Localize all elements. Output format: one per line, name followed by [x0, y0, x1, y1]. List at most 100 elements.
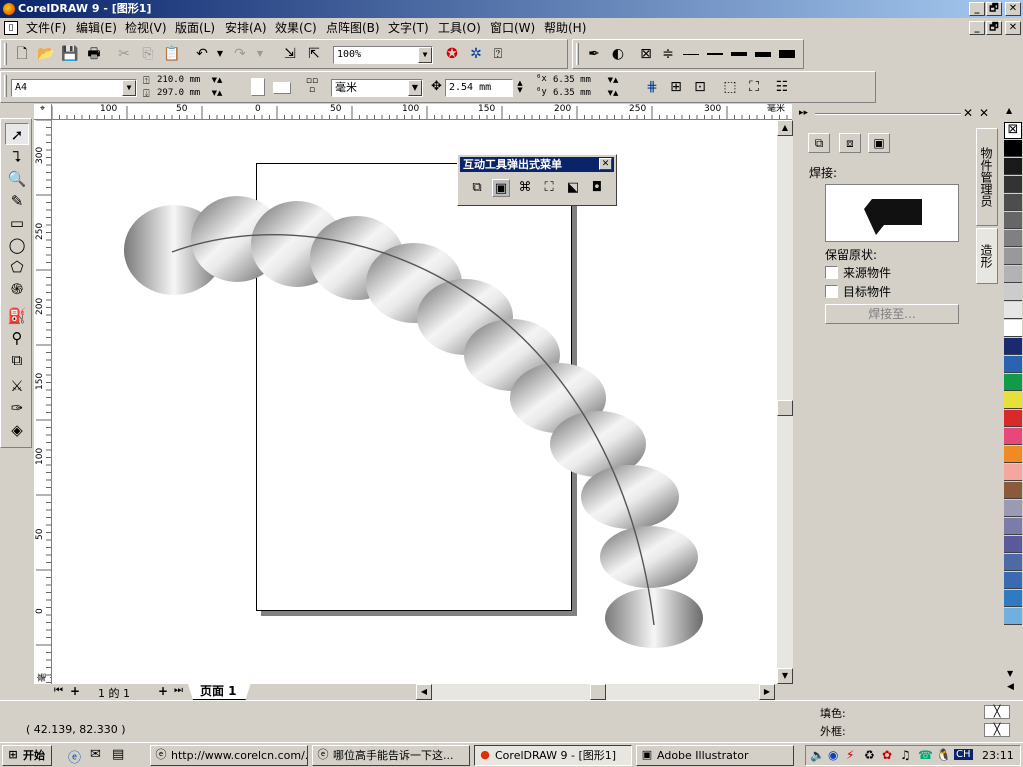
line-extra-heavy-icon[interactable]	[779, 50, 795, 58]
color-swatch[interactable]	[1004, 518, 1022, 535]
toolbar-grip[interactable]	[4, 43, 7, 65]
docker-collapse-icon[interactable]: ▸▸	[799, 108, 808, 118]
scroll-up-icon[interactable]: ▲	[777, 120, 793, 136]
blend-step-shape[interactable]	[600, 526, 698, 588]
vertical-scrollbar[interactable]: ▲ ▼	[777, 120, 793, 684]
close-button[interactable]: ✕	[1005, 2, 1021, 16]
spiral-tool-icon[interactable]: ֍	[5, 278, 29, 300]
doc-minimize-button[interactable]: _	[969, 21, 985, 35]
flyout-close-icon[interactable]: ✕	[599, 158, 612, 170]
docker-close-icon[interactable]: ✕	[963, 106, 973, 120]
start-button[interactable]: ⊞ 开始	[2, 745, 52, 766]
freehand-tool-icon[interactable]: ✎	[5, 190, 29, 212]
color-swatch[interactable]	[1004, 482, 1022, 499]
interactive-drop-shadow-icon[interactable]: ◘	[588, 179, 606, 197]
undo-dropdown-icon[interactable]: ▼	[211, 45, 229, 63]
tab-shaping[interactable]: 造形	[976, 228, 998, 284]
horizontal-scroll-thumb[interactable]	[590, 684, 606, 700]
line-heavy-icon[interactable]	[755, 52, 771, 57]
color-swatch[interactable]	[1004, 212, 1022, 229]
line-medium-icon[interactable]	[707, 53, 723, 55]
open-icon[interactable]: 📂	[37, 45, 55, 63]
grid-icon[interactable]: ⋕	[643, 78, 661, 96]
color-swatch[interactable]	[1004, 590, 1022, 607]
first-page-icon[interactable]: ⏮	[54, 685, 63, 696]
guidelines-icon[interactable]: ⊞	[667, 78, 685, 96]
shape-tool-icon[interactable]: ⮧	[5, 146, 29, 168]
color-swatch[interactable]	[1004, 356, 1022, 373]
palette-scroll-down-icon[interactable]: ▼	[1007, 669, 1013, 678]
docker-grip[interactable]	[815, 113, 961, 115]
rectangle-tool-icon[interactable]: ▭	[5, 212, 29, 234]
interactive-envelope-icon[interactable]: ⛶	[540, 179, 558, 197]
blend-step-shape[interactable]	[605, 588, 703, 648]
tray-app-icon[interactable]: ⚡	[846, 748, 854, 762]
outline-color-icon[interactable]: ◐	[609, 45, 627, 63]
duplicate-x-field[interactable]: 6.35 mm	[553, 75, 591, 85]
duplicate-y-field[interactable]: 6.35 mm	[553, 88, 591, 98]
hairline-icon[interactable]: ≑	[659, 45, 677, 63]
page-height-field[interactable]: 297.0 mm	[157, 88, 200, 98]
color-swatch[interactable]	[1004, 410, 1022, 427]
toolbar-grip[interactable]	[4, 75, 7, 97]
what-is-this-icon[interactable]: ✲	[467, 45, 485, 63]
menu-view[interactable]: 检视(V)	[125, 18, 167, 38]
zoom-select[interactable]: 100% ▼	[333, 46, 433, 64]
task-coreldraw[interactable]: ● CorelDRAW 9 - [图形1]	[474, 745, 632, 766]
last-page-icon[interactable]: ⏭	[174, 685, 183, 696]
dup-x-spin-icon[interactable]: ▼▲	[607, 76, 619, 84]
save-icon[interactable]: 💾	[61, 45, 79, 63]
tray-app-icon[interactable]: ✿	[882, 748, 892, 762]
outline-tool-icon[interactable]: ✑	[5, 397, 29, 419]
draw-new-icon[interactable]: ⛶	[745, 78, 763, 96]
flyout-title-bar[interactable]: 互动工具弹出式菜单 ✕	[460, 157, 614, 172]
scroll-down-icon[interactable]: ▼	[777, 668, 793, 684]
tray-app-icon[interactable]: ♻	[864, 748, 875, 762]
new-icon[interactable]: 🗋	[13, 45, 31, 63]
polygon-tool-icon[interactable]: ⬠	[5, 256, 29, 278]
color-swatch[interactable]	[1004, 338, 1022, 355]
menu-file[interactable]: 文件(F)	[26, 18, 66, 38]
page-width-field[interactable]: 210.0 mm	[157, 75, 200, 85]
toolbar-grip[interactable]	[576, 43, 579, 65]
help-cursor-icon[interactable]: ⍰	[489, 45, 507, 63]
paper-size-select[interactable]: A4 ▼	[11, 79, 137, 97]
trim-mode-icon[interactable]: ⧈	[839, 133, 861, 153]
intersect-mode-icon[interactable]: ▣	[868, 133, 890, 153]
ruler-origin[interactable]: ⌖	[34, 104, 52, 120]
units-select[interactable]: 毫米 ▼	[331, 79, 423, 97]
outlook-quicklaunch-icon[interactable]: ✉	[90, 747, 101, 762]
color-swatch[interactable]	[1004, 302, 1022, 319]
interactive-blend-icon[interactable]: ⧉	[468, 179, 486, 197]
horizontal-scrollbar[interactable]: ◀ ▶	[416, 684, 775, 700]
weld-to-button[interactable]: 焊接至...	[825, 304, 959, 324]
docker-tabs-close-icon[interactable]: ✕	[979, 106, 989, 120]
interactive-distortion-icon[interactable]: ⌘	[516, 179, 534, 197]
zoom-dropdown-icon[interactable]: ▼	[418, 47, 432, 63]
horizontal-ruler[interactable]: 100 50 0 50 100 150 200 250 300 毫米	[52, 104, 792, 120]
no-outline-icon[interactable]: ⊠	[637, 45, 655, 63]
menu-bitmaps[interactable]: 点阵图(B)	[326, 18, 380, 38]
color-swatch[interactable]	[1004, 536, 1022, 553]
ellipse-tool-icon[interactable]: ◯	[5, 234, 29, 256]
dup-y-spin-icon[interactable]: ▼▲	[607, 89, 619, 97]
task-browser-1[interactable]: ⓔ http://www.corelcn.com/...	[150, 745, 308, 766]
outline-pen-icon[interactable]: ✒	[585, 45, 603, 63]
palette-expand-icon[interactable]: ◀	[1007, 682, 1014, 692]
line-thin-icon[interactable]	[683, 54, 699, 55]
document-icon[interactable]: ▯	[4, 21, 18, 35]
redo-dropdown-icon[interactable]: ▼	[251, 45, 269, 63]
units-dropdown-icon[interactable]: ▼	[408, 80, 422, 96]
weld-mode-icon[interactable]: ⧉	[808, 133, 830, 153]
minimize-button[interactable]: _	[969, 2, 985, 16]
color-swatch[interactable]	[1004, 392, 1022, 409]
line-thick-icon[interactable]	[731, 52, 747, 56]
palette-scroll-up-icon[interactable]: ▲	[1006, 106, 1012, 115]
color-swatch[interactable]	[1004, 248, 1022, 265]
import-icon[interactable]: ⇲	[281, 45, 299, 63]
color-swatch[interactable]	[1004, 176, 1022, 193]
menu-effects[interactable]: 效果(C)	[275, 18, 317, 38]
vertical-scroll-thumb[interactable]	[777, 400, 793, 416]
tab-object-manager[interactable]: 物件管理员	[976, 128, 998, 226]
blend-step-shape[interactable]	[581, 465, 679, 529]
